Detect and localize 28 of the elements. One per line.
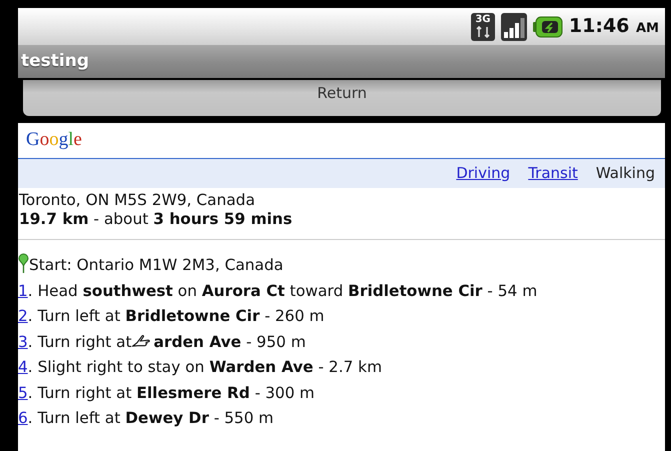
step-text: . Turn right at: [28, 332, 132, 350]
step-number-link[interactable]: 1: [18, 282, 28, 300]
network-icon: [474, 26, 491, 38]
route-summary: 19.7 km - about 3 hours 59 mins: [19, 210, 294, 229]
step-text: . Turn right at Ellesmere Rd - 300 m: [28, 384, 315, 402]
step-number-link[interactable]: 6: [18, 409, 28, 427]
start-text: Start: Ontario M1W 2M3, Canada: [29, 255, 284, 276]
signal-icon: [500, 12, 527, 40]
logo: Google: [25, 128, 82, 152]
step-text: . Turn left at Bridletowne Cir - 260 m: [28, 307, 324, 325]
step-text: arden Ave - 950 m: [154, 332, 306, 350]
return-button[interactable]: Return: [23, 80, 661, 116]
step-text: . Head southwest on Aurora Ct toward Bridletowne Cir - 54 m: [28, 282, 538, 300]
step-number-link[interactable]: 3: [18, 332, 28, 350]
step-text: . Slight right to stay on Warden Ave - 2.7 km: [28, 358, 382, 376]
network-label: 3G: [475, 14, 490, 26]
mode-tab[interactable]: Transit: [528, 162, 578, 184]
step-number-link[interactable]: 4: [18, 358, 28, 376]
battery-icon: [532, 14, 563, 38]
mode-tab[interactable]: Walking: [596, 162, 655, 184]
status-time: 11:46 AM: [568, 14, 659, 40]
app-title: testing: [21, 50, 89, 73]
step-text: . Turn left at Dewey Dr - 550 m: [28, 409, 274, 427]
destination-text: Toronto, ON M5S 2W9, Canada: [19, 191, 256, 210]
pin-icon: [18, 252, 29, 273]
mode-tab[interactable]: Driving: [456, 162, 510, 184]
step-number-link[interactable]: 5: [18, 384, 28, 402]
step-number-link[interactable]: 2: [18, 307, 28, 325]
